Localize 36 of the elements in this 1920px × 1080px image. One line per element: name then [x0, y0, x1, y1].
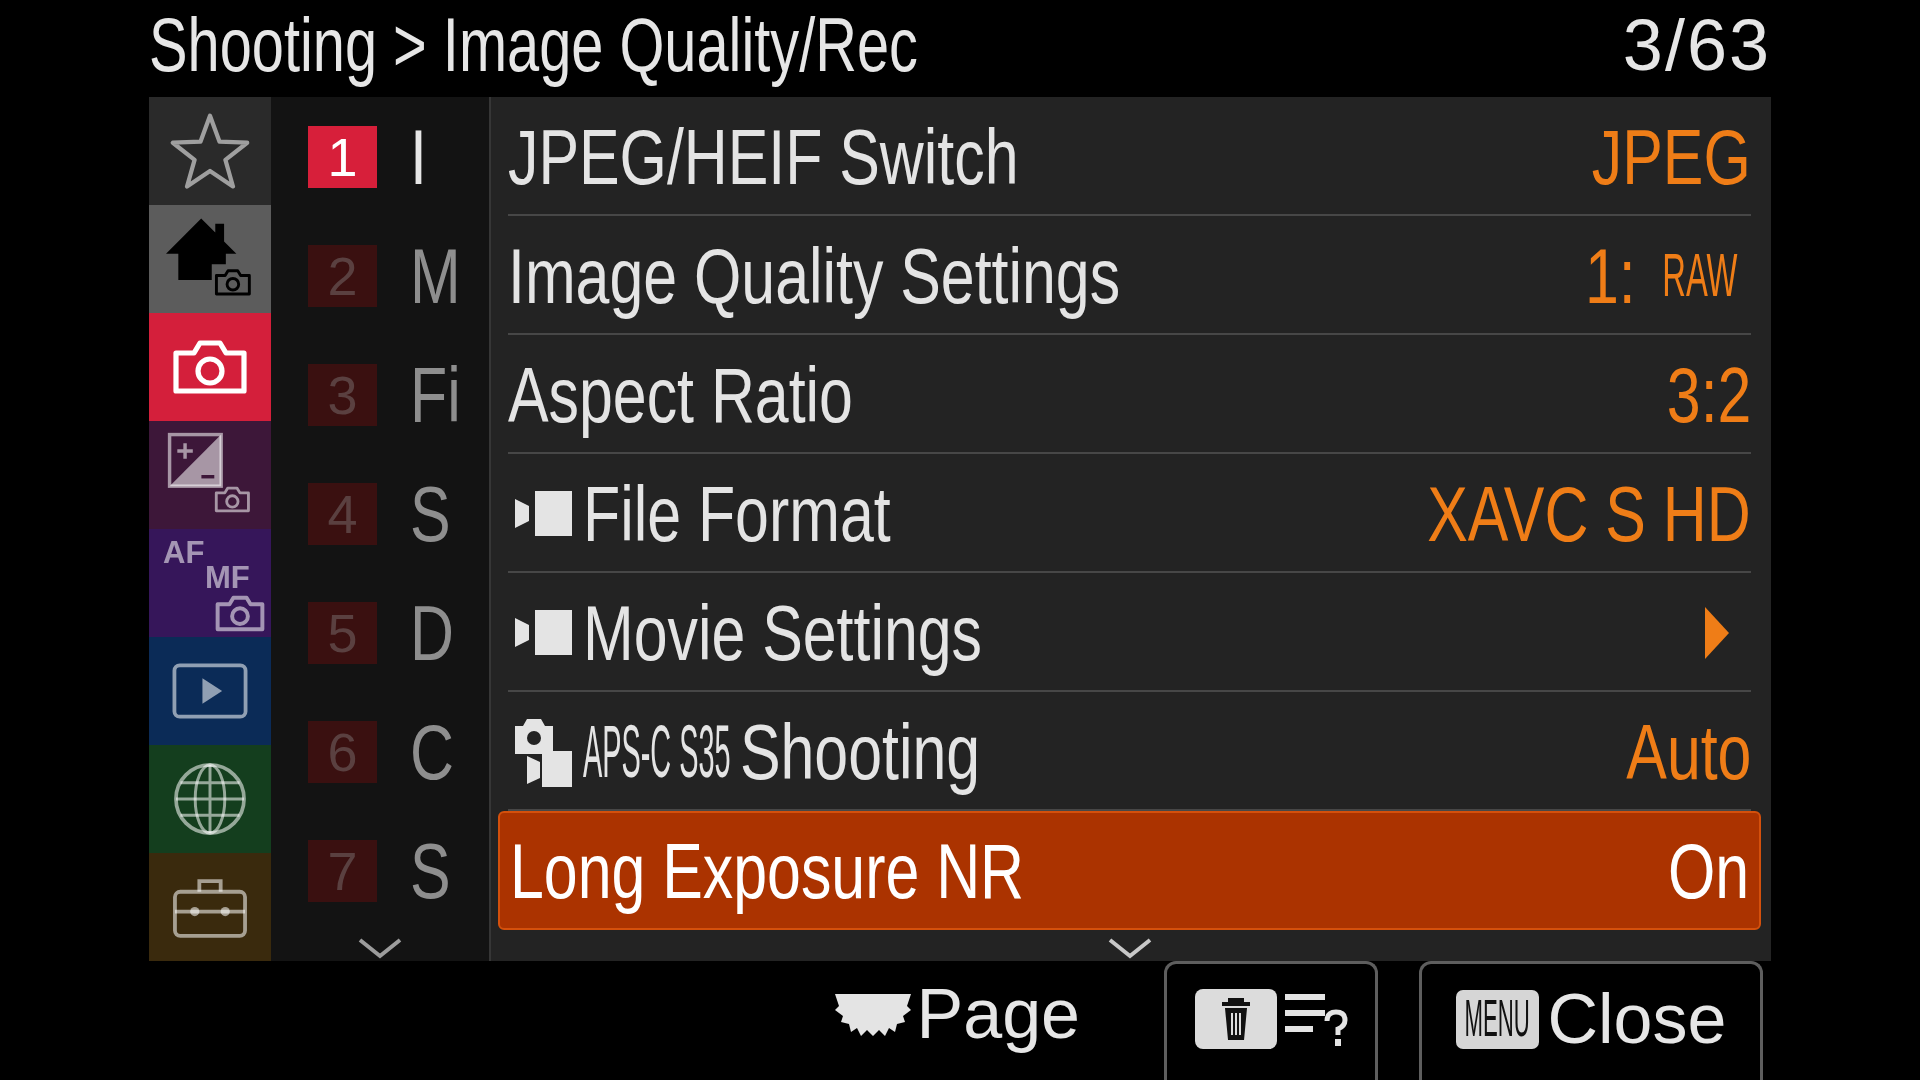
globe-icon — [173, 762, 247, 836]
page-tab[interactable]: 1 I — [308, 117, 432, 196]
setting-value: XAVC S HD — [1427, 474, 1751, 553]
movie-icon — [515, 610, 572, 655]
page-counter: 3/63 — [1622, 8, 1771, 81]
category-tab[interactable] — [149, 745, 271, 853]
setting-value: Auto — [1625, 712, 1751, 791]
dial-icon — [832, 991, 913, 1036]
format-label: RAW — [1661, 245, 1737, 306]
category-tab[interactable] — [149, 313, 271, 421]
crop-mode-label: APS-C S35 — [583, 714, 731, 789]
help-list-icon — [1284, 991, 1348, 1047]
star-icon — [170, 113, 250, 189]
category-tab[interactable] — [149, 853, 271, 961]
category-tab[interactable] — [149, 421, 271, 529]
setting-label: File Format — [583, 474, 891, 553]
category-tab[interactable] — [149, 97, 271, 205]
camera-icon — [215, 595, 265, 632]
delete-help-button[interactable] — [1164, 961, 1378, 1080]
camera-movie-icon — [515, 716, 572, 787]
trash-icon — [1194, 989, 1277, 1049]
category-tab[interactable]: AF MF — [149, 529, 271, 637]
setting-value: 1: — [1584, 236, 1636, 315]
menu-key: MENU — [1455, 989, 1539, 1049]
menu-row[interactable]: Long Exposure NR On — [498, 811, 1761, 930]
camera-icon — [172, 338, 248, 396]
category-tab[interactable] — [149, 637, 271, 745]
play-icon — [172, 663, 248, 719]
setting-value: On — [1667, 831, 1749, 910]
close-button[interactable]: MENU Close — [1419, 961, 1763, 1080]
category-tab[interactable] — [149, 205, 271, 313]
setting-value: 3:2 — [1666, 355, 1751, 434]
setting-label: JPEG/HEIF Switch — [508, 117, 1019, 196]
page-number: 1 — [308, 125, 377, 188]
movie-icon — [515, 491, 572, 536]
setting-value: JPEG — [1592, 117, 1751, 196]
